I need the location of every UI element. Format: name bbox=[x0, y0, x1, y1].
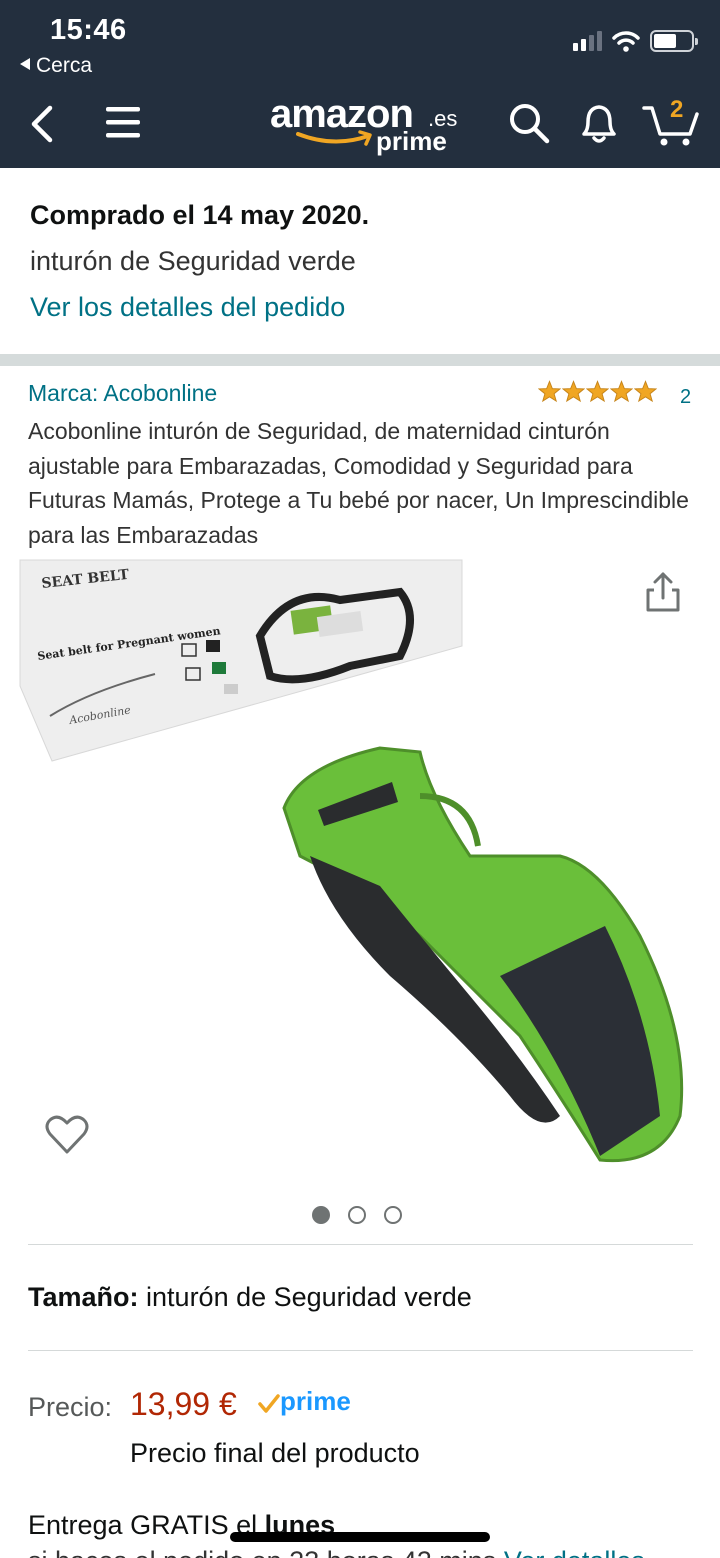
price-final-note: Precio final del producto bbox=[130, 1438, 420, 1468]
status-back-link[interactable]: Cerca bbox=[20, 54, 92, 78]
logo-smile-icon bbox=[296, 130, 372, 146]
back-chevron-icon[interactable] bbox=[24, 100, 64, 148]
star-icon bbox=[586, 380, 609, 403]
back-triangle-icon bbox=[20, 58, 30, 70]
rating-count[interactable]: 2 bbox=[680, 386, 691, 409]
carousel-dot-active[interactable] bbox=[312, 1206, 330, 1224]
price-amount: 13,99 € bbox=[130, 1386, 237, 1422]
search-icon[interactable] bbox=[506, 100, 552, 146]
star-icon bbox=[538, 380, 561, 403]
signal-icon bbox=[573, 31, 602, 51]
product-image[interactable]: SEAT BELT Seat belt for Pregnant women A… bbox=[0, 556, 720, 1196]
delivery-details-link[interactable]: Ver detalles bbox=[504, 1546, 645, 1558]
delivery-cutoff-text: si haces el pedido en 23 horas 42 mins bbox=[28, 1546, 496, 1558]
product-title: Acobonline inturón de Seguridad, de mate… bbox=[28, 418, 689, 548]
status-time: 15:46 bbox=[50, 14, 127, 46]
order-details-link[interactable]: Ver los detalles del pedido bbox=[30, 292, 345, 323]
wishlist-heart-icon[interactable] bbox=[44, 1112, 90, 1156]
purchase-date: Comprado el 14 may 2020. bbox=[30, 200, 370, 230]
amazon-prime-logo[interactable]: amazon .es prime bbox=[270, 92, 460, 158]
price-label: Precio: bbox=[28, 1392, 113, 1422]
share-icon[interactable] bbox=[644, 570, 682, 614]
wifi-icon bbox=[612, 31, 640, 52]
divider bbox=[28, 1350, 693, 1351]
purchased-item-name: inturón de Seguridad verde bbox=[30, 246, 356, 276]
size-value: inturón de Seguridad verde bbox=[146, 1282, 472, 1312]
size-label: Tamaño: bbox=[28, 1282, 139, 1312]
status-indicators bbox=[573, 30, 698, 52]
star-icon bbox=[634, 380, 657, 403]
cart-count-badge: 2 bbox=[670, 96, 684, 123]
divider bbox=[28, 1244, 693, 1245]
logo-prime: prime bbox=[376, 126, 447, 156]
prime-badge-text: prime bbox=[280, 1386, 351, 1416]
notifications-bell-icon[interactable] bbox=[578, 98, 620, 148]
home-indicator[interactable] bbox=[230, 1532, 490, 1542]
menu-icon[interactable] bbox=[104, 104, 142, 140]
carousel-dot[interactable] bbox=[384, 1206, 402, 1224]
size-selector[interactable]: Tamaño: inturón de Seguridad verde bbox=[28, 1282, 472, 1313]
carousel-dot[interactable] bbox=[348, 1206, 366, 1224]
battery-icon bbox=[650, 30, 698, 52]
status-back-label: Cerca bbox=[36, 54, 93, 77]
delivery-cutoff: si haces el pedido en 23 horas 42 mins V… bbox=[28, 1546, 645, 1558]
top-app-bar: 15:46 Cerca amazon .es prime 2 bbox=[0, 0, 720, 168]
section-divider bbox=[0, 354, 720, 366]
order-summary: Comprado el 14 may 2020. inturón de Segu… bbox=[0, 168, 720, 354]
carousel-indicators[interactable] bbox=[312, 1206, 402, 1224]
rating-stars[interactable] bbox=[538, 380, 657, 403]
prime-badge: prime bbox=[258, 1386, 351, 1416]
star-icon bbox=[610, 380, 633, 403]
star-icon bbox=[562, 380, 585, 403]
brand-link[interactable]: Marca: Acobonline bbox=[28, 380, 217, 407]
